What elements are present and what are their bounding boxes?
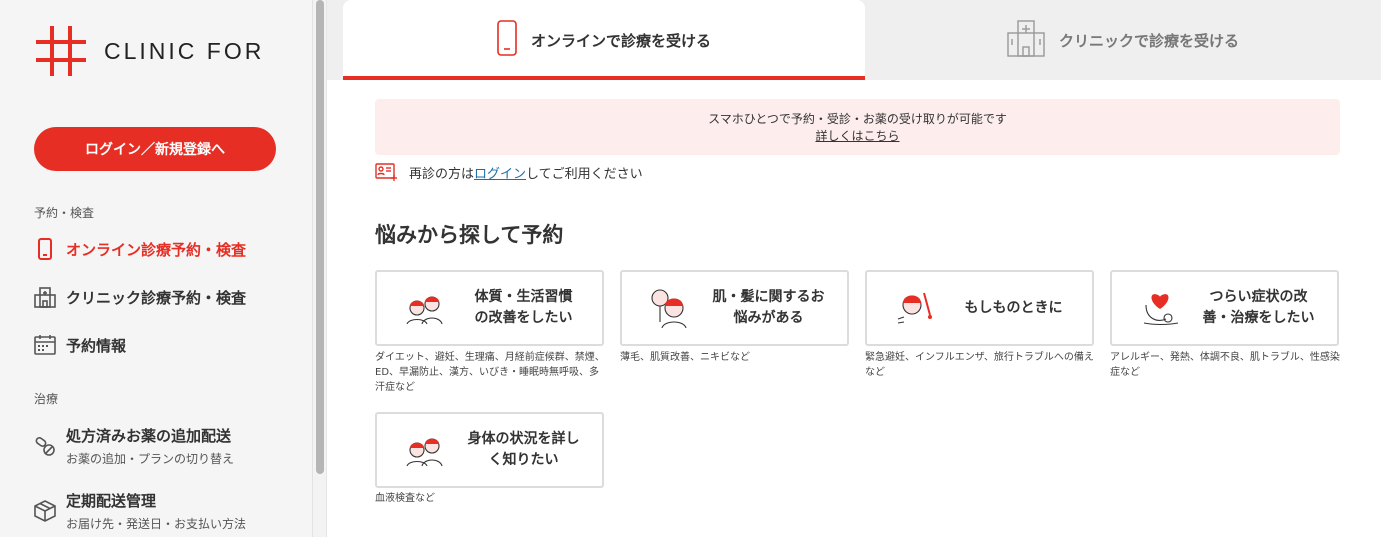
sidebar-scrollbar[interactable]	[313, 0, 327, 537]
card-description: 血液検査など	[375, 493, 435, 504]
card-skin-hair[interactable]: 肌・髪に関するお 悩みがある	[620, 270, 849, 346]
box-icon	[34, 500, 56, 522]
section-label-booking: 予約・検査	[34, 206, 95, 220]
calendar-icon	[34, 334, 56, 356]
mirror-woman-icon	[640, 283, 700, 333]
card-title: 身体の状況を詳し く知りたい	[467, 431, 580, 468]
sidebar-item-subscription[interactable]: 定期配送管理 お届け先・発送日・お支払い方法	[34, 490, 246, 532]
login-register-button[interactable]: ログイン／新規登録へ	[34, 127, 276, 171]
tab-pointer	[590, 80, 614, 92]
scrollbar-thumb[interactable]	[316, 0, 324, 474]
sidebar-item-label: クリニック診療予約・検査	[66, 288, 247, 307]
sidebar-item-label: 予約情報	[66, 336, 127, 355]
tab-online[interactable]: オンラインで診療を受ける	[343, 0, 865, 92]
clinic-for-logo-icon	[34, 24, 88, 78]
sidebar: CLINIC FOR ログイン／新規登録へ 予約・検査 オンライン診療予約・検査…	[0, 0, 313, 537]
logo[interactable]: CLINIC FOR	[34, 24, 264, 78]
sidebar-item-reservation-info[interactable]: 予約情報	[34, 334, 126, 356]
sidebar-item-label: 処方済みお薬の追加配送	[66, 427, 232, 445]
section-heading: 悩みから探して予約	[375, 223, 564, 247]
revisit-login-link[interactable]: ログイン	[474, 163, 526, 182]
heart-stethoscope-icon	[1130, 283, 1190, 333]
card-lifestyle[interactable]: 体質・生活習慣 の改善をしたい	[375, 270, 604, 346]
smartphone-icon	[34, 238, 56, 260]
card-description: 薄毛、肌質改善、ニキビなど	[620, 352, 750, 363]
clinic-building-icon	[34, 286, 56, 308]
card-description: 緊急避妊、インフルエンザ、旅行トラブルへの備えなど	[865, 352, 1094, 378]
card-title: 体質・生活習慣 の改善をしたい	[474, 289, 573, 326]
logo-text: CLINIC FOR	[104, 37, 265, 64]
sidebar-item-sublabel: お薬の追加・プランの切り替え	[66, 452, 235, 466]
notice-text: スマホひとつで予約・受診・お薬の受け取りが可能です	[708, 112, 1007, 126]
sidebar-item-additional-delivery[interactable]: 処方済みお薬の追加配送 お薬の追加・プランの切り替え	[34, 425, 234, 467]
card-description: アレルギー、発熱、体調不良、肌トラブル、性感染症など	[1110, 352, 1340, 378]
notice-details-link[interactable]: 詳しくはこちら	[815, 129, 899, 143]
revisit-login-line: 再診の方は ログイン してご利用ください	[375, 162, 643, 182]
card-body-check[interactable]: 身体の状況を詳し く知りたい	[375, 412, 604, 488]
pill-icon	[34, 435, 56, 457]
tab-label: クリニックで診療を受ける	[1058, 31, 1239, 50]
tab-bar: オンラインで診療を受ける クリニックで診療を受ける	[327, 0, 1381, 92]
card-title: もしものときに	[964, 299, 1063, 316]
card-title: 肌・髪に関するお 悩みがある	[712, 289, 825, 326]
smartphone-icon	[497, 20, 517, 60]
sidebar-item-online-booking[interactable]: オンライン診療予約・検査	[34, 238, 246, 260]
sidebar-item-sublabel: お届け先・発送日・お支払い方法	[66, 517, 247, 531]
card-emergency[interactable]: もしものときに	[865, 270, 1094, 346]
notice-banner: スマホひとつで予約・受診・お薬の受け取りが可能です 詳しくはこちら	[375, 99, 1340, 155]
sidebar-item-clinic-booking[interactable]: クリニック診療予約・検査	[34, 286, 246, 308]
tab-clinic[interactable]: クリニックで診療を受ける	[865, 0, 1381, 80]
couple-icon	[395, 283, 455, 333]
section-label-treatment: 治療	[34, 392, 59, 406]
hospital-icon	[1007, 19, 1045, 61]
id-card-icon	[375, 162, 397, 182]
sidebar-item-label: オンライン診療予約・検査	[66, 240, 247, 259]
tab-label: オンラインで診療を受ける	[530, 31, 711, 50]
sidebar-item-label: 定期配送管理	[66, 492, 157, 510]
thermometer-person-icon	[885, 283, 945, 333]
card-symptoms[interactable]: つらい症状の改 善・治療をしたい	[1110, 270, 1339, 346]
revisit-text-before: 再診の方は	[409, 166, 475, 182]
couple-icon	[395, 425, 455, 475]
card-title: つらい症状の改 善・治療をしたい	[1202, 289, 1315, 326]
card-description: ダイエット、避妊、生理痛、月経前症候群、禁煙、ED、早漏防止、漢方、いびき・睡眠…	[375, 352, 605, 393]
revisit-text-after: してご利用ください	[526, 166, 643, 182]
app-root: CLINIC FOR ログイン／新規登録へ 予約・検査 オンライン診療予約・検査…	[0, 0, 1381, 537]
